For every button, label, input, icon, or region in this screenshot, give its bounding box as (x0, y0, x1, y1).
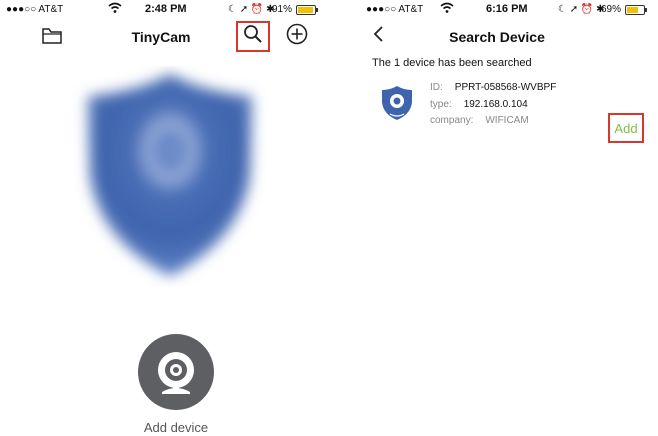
device-type-label: type: (430, 99, 452, 110)
add-device-button[interactable] (138, 334, 214, 410)
carrier-label: ●●●○○ AT&T (366, 4, 424, 15)
shield-icon (70, 66, 270, 286)
shield-camera-icon (380, 84, 414, 122)
battery-icon (625, 5, 647, 15)
app-title: TinyCam (131, 29, 191, 45)
status-indicators: ☾ ➚ ⏰ ✱ (228, 4, 275, 15)
add-button[interactable]: Add (608, 113, 644, 143)
status-time: 2:48 PM (145, 3, 187, 15)
device-type-value: 192.168.0.104 (463, 99, 528, 110)
battery-percent: 69% (601, 4, 622, 15)
device-id-line: ID: PPRT-058568-WVBPF (430, 82, 556, 93)
search-icon (243, 24, 263, 49)
carrier-label: ●●●○○ AT&T (6, 4, 64, 15)
device-company-line: company: WIFICAM (430, 115, 529, 126)
device-id-value: PPRT-058568-WVBPF (454, 82, 557, 93)
page-title: Search Device (449, 29, 545, 45)
add-circle-icon (286, 23, 308, 50)
add-circle-button[interactable] (285, 23, 309, 50)
search-button[interactable] (236, 21, 270, 52)
search-result-message: The 1 device has been searched (372, 57, 532, 69)
top-nav-bar: Search Device (336, 20, 658, 52)
wifi-icon (108, 2, 122, 17)
device-company-value: WIFICAM (485, 115, 529, 126)
tinycam-home-screen: ●●●○○ AT&T 2:48 PM ☾ ➚ ⏰ ✱ 91% TinyCam A… (0, 0, 322, 436)
battery-percent: 91% (272, 4, 293, 15)
top-nav-bar: TinyCam (0, 20, 322, 52)
wifi-icon (440, 2, 454, 17)
status-indicators: ☾ ➚ ⏰ ✱ (558, 4, 605, 15)
add-device-label: Add device (143, 420, 209, 435)
status-bar: ●●●○○ AT&T 2:48 PM ☾ ➚ ⏰ ✱ 91% (0, 0, 322, 20)
device-id-label: ID: (430, 82, 443, 93)
status-bar: ●●●○○ AT&T 6:16 PM ☾ ➚ ⏰ ✱ 69% (336, 0, 658, 20)
device-company-label: company: (430, 115, 474, 126)
camera-icon (138, 334, 214, 415)
device-type-line: type: 192.168.0.104 (430, 99, 528, 110)
battery-icon (296, 5, 318, 15)
status-time: 6:16 PM (486, 3, 528, 15)
